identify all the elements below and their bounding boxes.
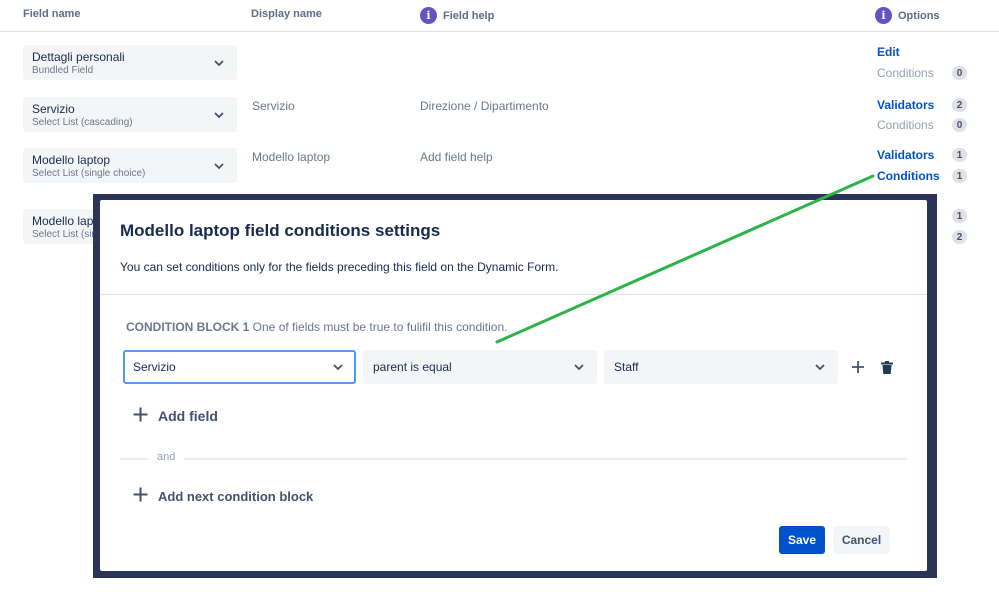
chevron-down-icon bbox=[213, 108, 225, 126]
chevron-down-icon bbox=[573, 361, 585, 376]
field-select-modello-laptop[interactable]: Modello laptop Select List (single choic… bbox=[23, 148, 237, 183]
validators-link[interactable]: Validators bbox=[877, 148, 934, 162]
validators-count-badge: 2 bbox=[952, 98, 967, 112]
chevron-down-icon bbox=[213, 159, 225, 177]
validators-count-badge: 1 bbox=[952, 209, 967, 223]
header-field-name: Field name bbox=[23, 8, 81, 20]
field-name: Modello laptop bbox=[32, 153, 111, 167]
condition-block-hint: One of fields must be true to fulifil th… bbox=[249, 320, 508, 334]
plus-icon[interactable] bbox=[849, 358, 867, 376]
field-type: Select List (single choice) bbox=[32, 168, 146, 179]
selected-value: parent is equal bbox=[373, 360, 452, 374]
dialog-title: Modello laptop field conditions settings bbox=[120, 221, 441, 240]
field-select-servizio[interactable]: Servizio Select List (cascading) bbox=[23, 97, 237, 132]
dialog-description: You can set conditions only for the fiel… bbox=[120, 260, 559, 274]
save-button[interactable]: Save bbox=[779, 526, 825, 554]
field-name: Dettagli personali bbox=[32, 50, 125, 64]
add-condition-block-button[interactable]: Add next condition block bbox=[133, 487, 313, 505]
conditions-link[interactable]: Conditions bbox=[877, 118, 934, 132]
field-name: Servizio bbox=[32, 102, 75, 116]
table-header: Field name Display name i Field help i O… bbox=[0, 0, 999, 32]
add-field-label: Add field bbox=[158, 408, 218, 424]
conditions-link[interactable]: Conditions bbox=[877, 66, 934, 80]
validators-link[interactable]: Validators bbox=[877, 98, 934, 112]
add-field-button[interactable]: Add field bbox=[133, 407, 218, 425]
condition-block-title: CONDITION BLOCK 1 bbox=[126, 320, 250, 334]
display-name-cell[interactable]: Modello laptop bbox=[252, 150, 330, 164]
chevron-down-icon bbox=[213, 56, 225, 74]
condition-value-select[interactable]: Staff bbox=[604, 350, 838, 384]
plus-icon bbox=[133, 487, 148, 505]
edit-link[interactable]: Edit bbox=[877, 45, 900, 59]
condition-operator-select[interactable]: parent is equal bbox=[363, 350, 597, 384]
conditions-count-badge: 1 bbox=[952, 169, 967, 183]
divider bbox=[100, 294, 927, 295]
chevron-down-icon bbox=[814, 361, 826, 376]
header-field-help: i Field help bbox=[420, 7, 494, 24]
field-type: Bundled Field bbox=[32, 65, 94, 76]
and-label: and bbox=[148, 451, 185, 463]
info-icon[interactable]: i bbox=[875, 7, 892, 24]
selected-value: Servizio bbox=[133, 360, 176, 374]
condition-block-label: CONDITION BLOCK 1 One of fields must be … bbox=[126, 320, 507, 334]
field-type: Select List (cascading) bbox=[32, 117, 133, 128]
conditions-count-badge: 2 bbox=[952, 230, 967, 244]
chevron-down-icon bbox=[332, 361, 344, 376]
field-help-cell[interactable]: Direzione / Dipartimento bbox=[420, 99, 549, 113]
info-icon[interactable]: i bbox=[420, 7, 437, 24]
display-name-cell[interactable]: Servizio bbox=[252, 99, 295, 113]
field-help-cell[interactable]: Add field help bbox=[420, 150, 493, 164]
and-separator bbox=[120, 458, 907, 460]
selected-value: Staff bbox=[614, 360, 639, 374]
header-display-name: Display name bbox=[251, 8, 322, 20]
field-select-dettagli-personali[interactable]: Dettagli personali Bundled Field bbox=[23, 45, 237, 80]
cancel-button[interactable]: Cancel bbox=[833, 526, 890, 554]
plus-icon bbox=[133, 407, 148, 425]
conditions-count-badge: 0 bbox=[952, 118, 967, 132]
conditions-count-badge: 0 bbox=[952, 66, 967, 80]
add-block-label: Add next condition block bbox=[158, 488, 314, 504]
validators-count-badge: 1 bbox=[952, 148, 967, 162]
conditions-link[interactable]: Conditions bbox=[877, 169, 940, 183]
trash-icon[interactable] bbox=[878, 358, 896, 376]
condition-field-select[interactable]: Servizio bbox=[123, 350, 356, 384]
header-options: i Options bbox=[875, 7, 940, 24]
conditions-settings-dialog: Modello laptop field conditions settings… bbox=[100, 200, 927, 571]
